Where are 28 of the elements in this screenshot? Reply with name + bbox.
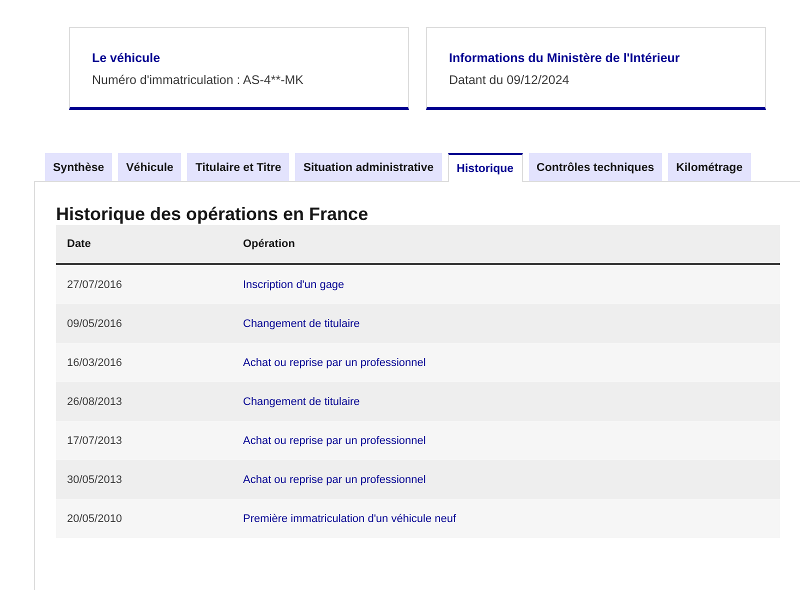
- card-title: Le véhicule: [92, 51, 162, 65]
- column-header: Date: [67, 238, 91, 250]
- operation-link[interactable]: Changement de titulaire: [243, 396, 360, 408]
- date-cell: 26/08/2013: [67, 396, 122, 408]
- date-cell: 30/05/2013: [67, 474, 122, 486]
- operation-link[interactable]: Achat ou reprise par un professionnel: [243, 434, 426, 446]
- card-title: Informations du Ministère de l'Intérieur: [449, 51, 681, 65]
- tab[interactable]: Kilométrage: [668, 153, 751, 181]
- operation-link[interactable]: Inscription d'un gage: [243, 278, 344, 290]
- operation-link[interactable]: Changement de titulaire: [243, 318, 360, 330]
- operation-link[interactable]: Première immatriculation d'un véhicule neuf: [243, 512, 456, 524]
- date-cell: 17/07/2013: [67, 434, 122, 446]
- card-text: Numéro d'immatriculation : AS-4**-MK: [92, 73, 304, 87]
- section-title: Historique des opérations en France: [56, 203, 370, 225]
- tab[interactable]: Historique: [448, 153, 523, 182]
- card-text: Datant du 09/12/2024: [449, 73, 570, 87]
- date-cell: 16/03/2016: [67, 356, 122, 368]
- date-cell: 09/05/2016: [67, 318, 122, 330]
- column-header: Opération: [243, 238, 295, 250]
- tab[interactable]: Synthèse: [45, 153, 112, 181]
- tab[interactable]: Véhicule: [118, 153, 182, 181]
- date-cell: 27/07/2016: [67, 278, 122, 290]
- tab[interactable]: Titulaire et Titre: [187, 153, 290, 181]
- tab[interactable]: Contrôles techniques: [528, 153, 662, 181]
- operation-link[interactable]: Achat ou reprise par un professionnel: [243, 356, 426, 368]
- operation-link[interactable]: Achat ou reprise par un professionnel: [243, 474, 426, 486]
- tab[interactable]: Situation administrative: [295, 153, 442, 181]
- date-cell: 20/05/2010: [67, 512, 122, 524]
